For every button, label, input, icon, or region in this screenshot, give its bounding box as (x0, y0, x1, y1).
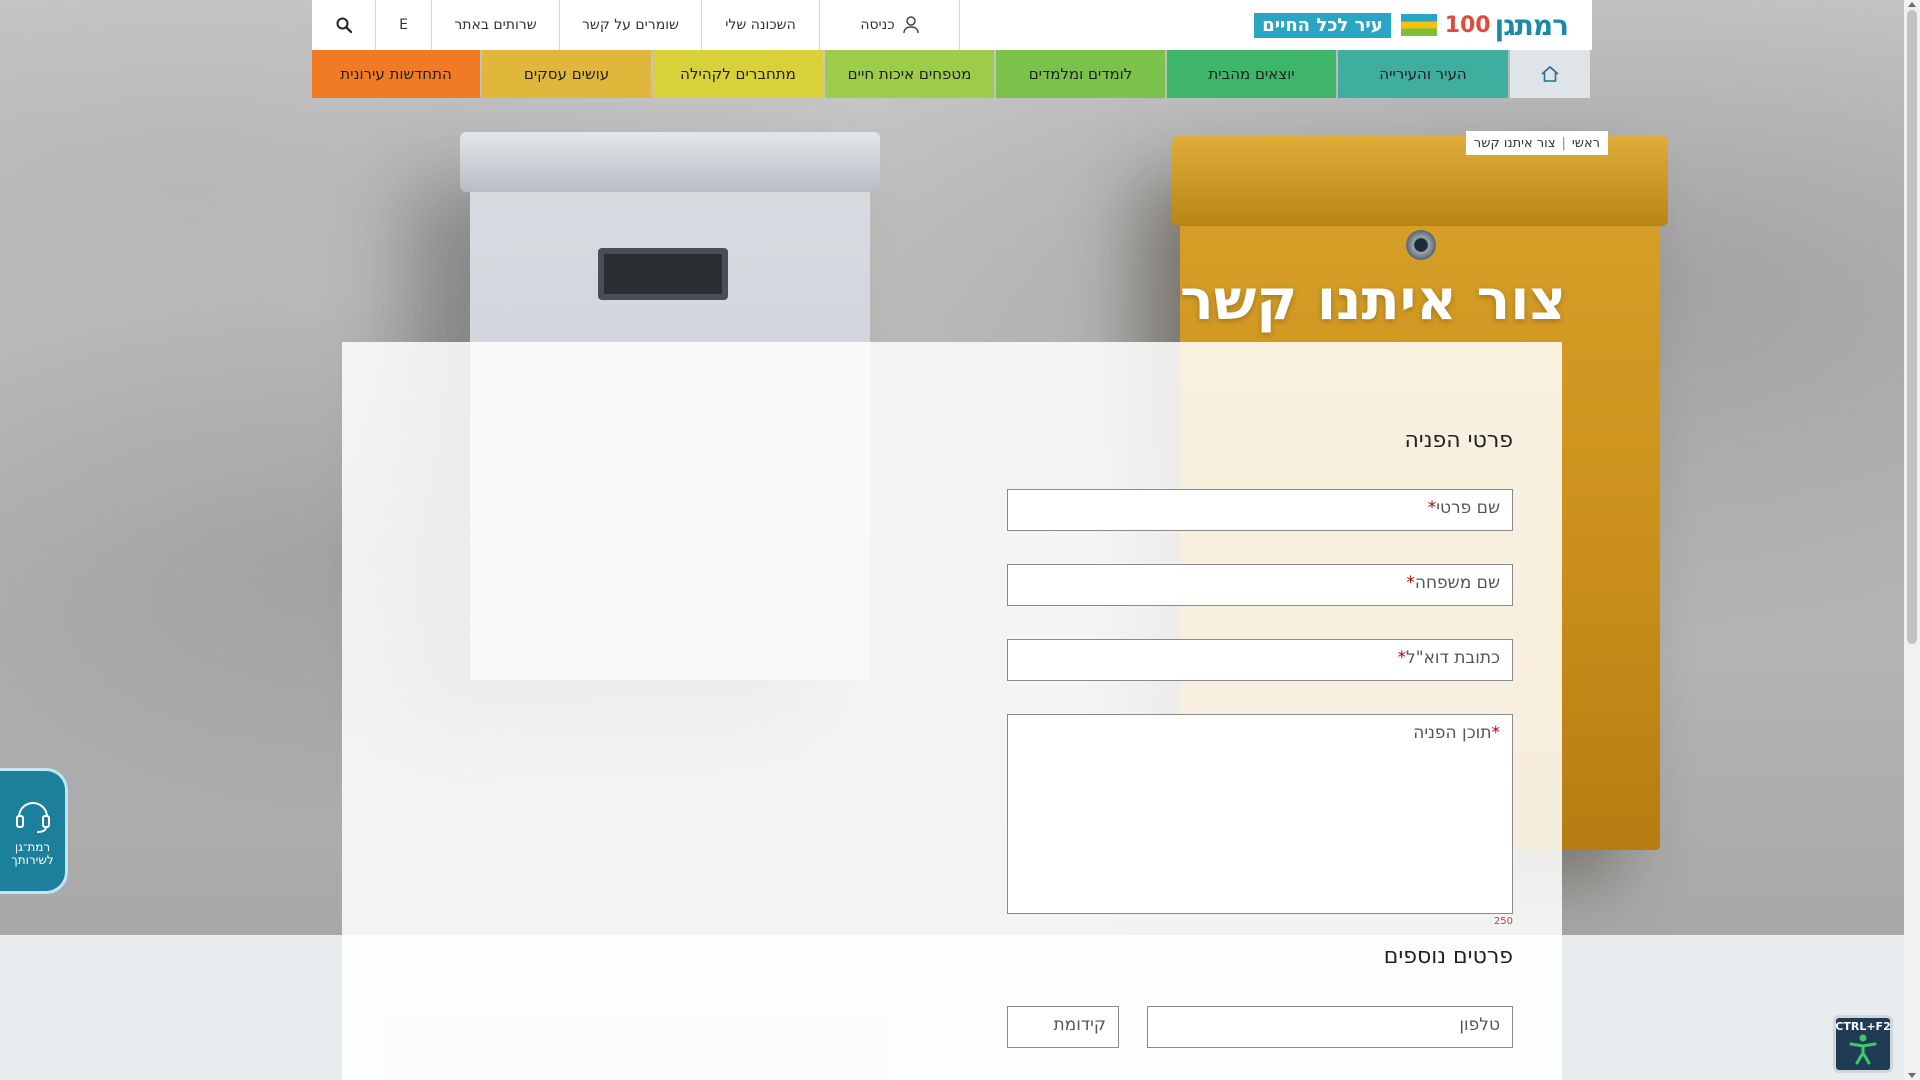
search-icon (336, 17, 352, 33)
site-services-link[interactable]: שרותים באתר (432, 0, 560, 50)
logo-brand: רמתגן (1494, 8, 1569, 42)
nav-city-and-municipality[interactable]: העיר והעירייה (1338, 50, 1508, 98)
nav-urban-renewal[interactable]: התחדשות עירונית (312, 50, 480, 98)
accessibility-button[interactable]: CTRL+F2 (1833, 1015, 1893, 1073)
breadcrumb: ראשי | צור איתנו קשר (1465, 131, 1608, 155)
accessibility-icon (1849, 1034, 1877, 1065)
first-name-field[interactable]: שם פרטי* (1007, 489, 1513, 531)
my-neighborhood-link[interactable]: השכונה שלי (702, 0, 820, 50)
email-label: כתובת דוא"ל (1406, 648, 1500, 668)
scroll-down-arrow-icon[interactable] (1908, 1073, 1916, 1078)
phone-prefix-select[interactable]: קידומת (1007, 1006, 1119, 1048)
logo-100: 100 (1444, 12, 1491, 38)
required-mark: * (1406, 573, 1415, 593)
first-name-label: שם פרטי (1436, 498, 1500, 518)
page-title: צור איתנו קשר (1179, 268, 1566, 333)
main-nav: התחדשות עירונית עושים עסקים מתחברים לקהי… (312, 50, 1592, 98)
search-button[interactable] (312, 0, 376, 50)
message-textarea[interactable]: *תוכן הפניה (1007, 714, 1513, 914)
login-link[interactable]: כניסה (820, 0, 960, 50)
logo-tagline: עיר לכל החיים (1254, 12, 1391, 38)
phone-field[interactable]: טלפון (1147, 1006, 1513, 1048)
scroll-up-arrow-icon[interactable] (1908, 2, 1916, 7)
required-mark: * (1397, 648, 1407, 668)
nav-learning[interactable]: לומדים ומלמדים (996, 50, 1165, 98)
contact-form-panel: פרטי הפניה שם פרטי* שם משפחה* כתובת דוא"… (342, 342, 1562, 1080)
phone-prefix-label: קידומת (1053, 1015, 1107, 1035)
required-mark: * (1491, 723, 1501, 743)
page-scrollbar[interactable] (1904, 0, 1920, 1080)
logo-stripes (1400, 14, 1437, 36)
english-link[interactable]: E (376, 0, 432, 50)
login-label: כניסה (860, 17, 895, 33)
ramat-gan-logo[interactable]: עיר לכל החיים 100 רמתגן (1248, 8, 1569, 42)
scrollbar-thumb[interactable] (1907, 10, 1917, 644)
breadcrumb-separator: | (1561, 135, 1566, 151)
last-name-label: שם משפחה (1414, 573, 1500, 593)
character-counter: 250 (1493, 916, 1513, 927)
nav-business[interactable]: עושים עסקים (482, 50, 651, 98)
keep-in-touch-link[interactable]: שומרים על קשר (560, 0, 702, 50)
last-name-field[interactable]: שם משפחה* (1007, 564, 1513, 606)
top-utility-bar: E שרותים באתר שומרים על קשר השכונה שלי כ… (312, 0, 1592, 50)
headset-icon (15, 802, 50, 833)
user-icon (902, 16, 919, 34)
phone-label: טלפון (1459, 1015, 1500, 1035)
nav-quality-of-life[interactable]: מטפחים איכות חיים (825, 50, 994, 98)
nav-going-out[interactable]: יוצאים מהבית (1167, 50, 1336, 98)
service-side-tab[interactable]: רמת־גן לשירותך (0, 768, 68, 894)
nav-home[interactable] (1510, 50, 1590, 98)
section-additional-details-title: פרטים נוספים (1383, 944, 1513, 969)
accessibility-shortcut-label: CTRL+F2 (1835, 1020, 1891, 1033)
nav-community[interactable]: מתחברים לקהילה (653, 50, 823, 98)
breadcrumb-current: צור איתנו קשר (1473, 135, 1556, 151)
required-mark: * (1427, 498, 1437, 518)
breadcrumb-home[interactable]: ראשי (1572, 136, 1600, 151)
service-tab-label: רמת־גן לשירותך (11, 840, 54, 867)
message-label: תוכן הפניה (1413, 723, 1492, 743)
home-icon (1541, 65, 1559, 82)
email-field[interactable]: כתובת דוא"ל* (1007, 639, 1513, 681)
section-inquiry-details-title: פרטי הפניה (1404, 428, 1513, 453)
